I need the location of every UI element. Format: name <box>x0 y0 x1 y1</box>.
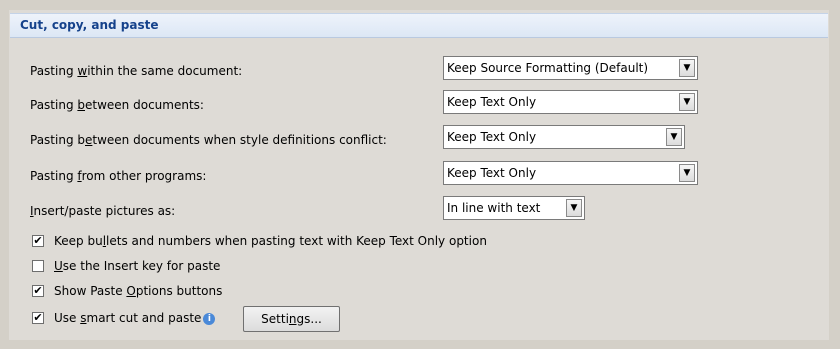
dropdown-arrow-icon[interactable]: ▼ <box>666 128 682 146</box>
select-paste-style-conflict[interactable]: Keep Text Only ▼ <box>443 125 685 149</box>
dropdown-arrow-icon[interactable]: ▼ <box>679 93 695 111</box>
select-value: Keep Text Only <box>447 166 537 180</box>
label-smart-cut-paste: Use smart cut and paste i <box>54 311 216 325</box>
select-paste-between-documents[interactable]: Keep Text Only ▼ <box>443 90 698 114</box>
select-value: Keep Text Only <box>447 130 537 144</box>
label-paste-within-document: Pasting within the same document: <box>30 64 243 78</box>
checkbox-show-paste-options[interactable]: ✔ <box>32 285 44 297</box>
label-paste-style-conflict: Pasting between documents when style def… <box>30 133 387 147</box>
dropdown-arrow-icon[interactable]: ▼ <box>679 164 695 182</box>
checkbox-smart-cut-paste[interactable]: ✔ <box>32 312 44 324</box>
label-paste-other-programs: Pasting from other programs: <box>30 169 207 183</box>
label-keep-bullets: Keep bullets and numbers when pasting te… <box>54 234 487 248</box>
section-title: Cut, copy, and paste <box>20 18 159 32</box>
checkbox-insert-key-paste[interactable] <box>32 260 44 272</box>
dropdown-arrow-icon[interactable]: ▼ <box>679 59 695 77</box>
label-paste-between-documents: Pasting between documents: <box>30 98 204 112</box>
label-insert-key-paste: Use the Insert key for paste <box>54 259 221 273</box>
select-value: In line with text <box>447 201 541 215</box>
select-insert-pictures[interactable]: In line with text ▼ <box>443 196 585 220</box>
label-insert-pictures: Insert/paste pictures as: <box>30 204 176 218</box>
settings-button[interactable]: Settings... <box>243 306 340 332</box>
checkbox-keep-bullets[interactable]: ✔ <box>32 235 44 247</box>
select-paste-within-document[interactable]: Keep Source Formatting (Default) ▼ <box>443 56 698 80</box>
select-value: Keep Source Formatting (Default) <box>447 61 649 75</box>
label-show-paste-options: Show Paste Options buttons <box>54 284 223 298</box>
info-icon[interactable]: i <box>203 312 216 325</box>
select-value: Keep Text Only <box>447 95 537 109</box>
dropdown-arrow-icon[interactable]: ▼ <box>566 199 582 217</box>
section-header: Cut, copy, and paste <box>10 13 828 38</box>
select-paste-other-programs[interactable]: Keep Text Only ▼ <box>443 161 698 185</box>
